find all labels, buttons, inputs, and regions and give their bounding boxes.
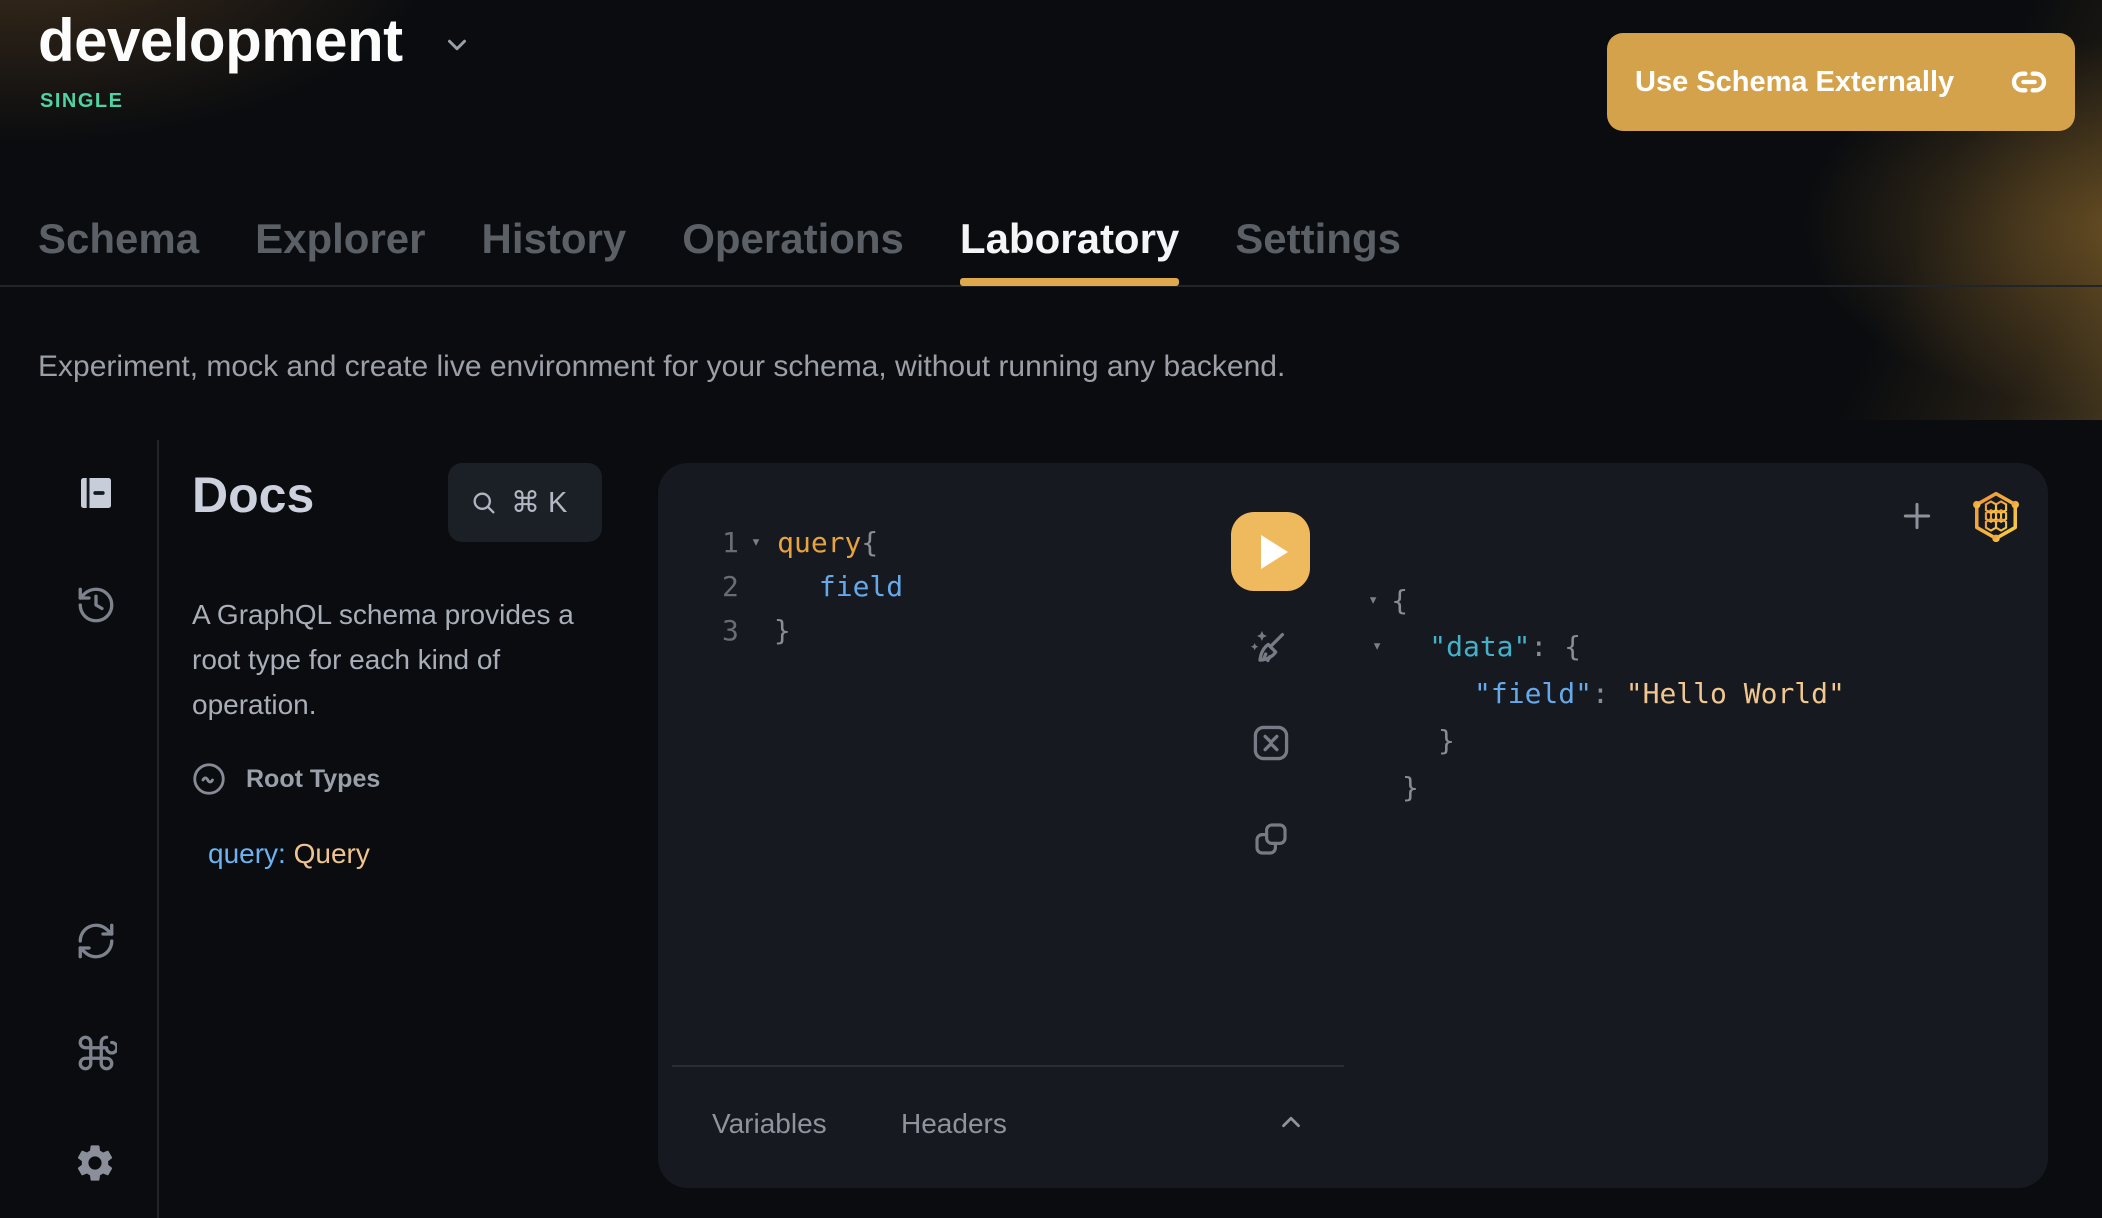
search-icon bbox=[470, 489, 498, 517]
settings-gear-icon[interactable] bbox=[73, 1141, 117, 1185]
tab-explorer[interactable]: Explorer bbox=[255, 192, 425, 286]
line-number: 2 bbox=[722, 570, 739, 603]
tab-schema[interactable]: Schema bbox=[38, 192, 199, 286]
root-type-name[interactable]: query bbox=[208, 838, 278, 869]
docs-panel-title: Docs bbox=[192, 466, 314, 524]
tab-laboratory[interactable]: Laboratory bbox=[960, 192, 1179, 286]
docs-description: A GraphQL schema provides a root type fo… bbox=[192, 592, 622, 727]
sidebar-divider bbox=[157, 440, 159, 1218]
chevron-up-icon bbox=[1276, 1107, 1306, 1137]
code-keyword: query bbox=[777, 526, 861, 559]
tab-settings[interactable]: Settings bbox=[1235, 192, 1401, 286]
use-schema-externally-button[interactable]: Use Schema Externally bbox=[1607, 33, 2075, 131]
json-string-value: "Hello World" bbox=[1609, 677, 1845, 710]
plus-icon bbox=[1897, 496, 1937, 536]
fold-triangle-icon[interactable]: ▾ bbox=[751, 532, 761, 552]
response-line-4: } bbox=[1438, 717, 1455, 763]
status-badge: SINGLE bbox=[40, 90, 123, 113]
json-key: "field" bbox=[1474, 677, 1592, 710]
line-number: 1 bbox=[722, 526, 739, 559]
docs-search-button[interactable]: ⌘ K bbox=[448, 463, 602, 542]
history-icon[interactable] bbox=[74, 583, 118, 627]
tab-variables[interactable]: Variables bbox=[712, 1108, 827, 1140]
execute-query-button[interactable] bbox=[1231, 512, 1310, 591]
use-schema-label: Use Schema Externally bbox=[1635, 66, 1954, 99]
link-icon bbox=[2009, 62, 2049, 102]
editor-line-1[interactable]: 1 ▾ query{ bbox=[722, 520, 878, 564]
root-types-header: Root Types bbox=[190, 760, 380, 798]
docs-book-icon[interactable] bbox=[74, 471, 118, 515]
root-types-label: Root Types bbox=[246, 765, 380, 794]
code-brace: { bbox=[861, 526, 878, 559]
main-nav: Schema Explorer History Operations Labor… bbox=[38, 192, 1401, 286]
json-key: "data" bbox=[1429, 630, 1530, 663]
root-type-query-link[interactable]: query: Query bbox=[208, 838, 370, 870]
search-shortcut-label: ⌘ K bbox=[511, 485, 567, 520]
code-field: field bbox=[819, 570, 903, 603]
prettify-icon[interactable] bbox=[1246, 626, 1292, 672]
response-line-5: } bbox=[1402, 764, 1419, 810]
collapse-footer-button[interactable] bbox=[1276, 1107, 1306, 1137]
add-tab-button[interactable] bbox=[1897, 496, 1937, 536]
refetch-icon[interactable] bbox=[74, 919, 118, 963]
tab-operations[interactable]: Operations bbox=[682, 192, 904, 286]
footer-divider bbox=[672, 1065, 1344, 1067]
merge-icon[interactable] bbox=[1249, 721, 1293, 765]
graphql-hive-logo[interactable] bbox=[1971, 490, 2021, 542]
code-brace: } bbox=[774, 614, 791, 647]
page-subtitle: Experiment, mock and create live environ… bbox=[38, 350, 1285, 384]
copy-icon[interactable] bbox=[1250, 818, 1292, 860]
editor-line-3[interactable]: 3} bbox=[722, 608, 791, 652]
tab-headers[interactable]: Headers bbox=[901, 1108, 1007, 1140]
root-type-separator: : bbox=[278, 838, 294, 869]
response-line-2: ▾"data": { bbox=[1372, 623, 1581, 669]
response-line-1: ▾{ bbox=[1368, 577, 1408, 623]
tab-history[interactable]: History bbox=[482, 192, 627, 286]
target-title: development bbox=[38, 6, 403, 75]
root-types-icon bbox=[190, 760, 228, 798]
chevron-down-icon[interactable] bbox=[442, 30, 472, 60]
fold-triangle-icon[interactable]: ▾ bbox=[1368, 590, 1378, 610]
root-type-value[interactable]: Query bbox=[294, 838, 370, 869]
line-number: 3 bbox=[722, 614, 739, 647]
play-icon bbox=[1261, 535, 1288, 569]
keyboard-shortcut-icon[interactable] bbox=[74, 1031, 118, 1075]
editor-line-2[interactable]: 2 field bbox=[722, 564, 903, 608]
fold-triangle-icon[interactable]: ▾ bbox=[1372, 636, 1382, 656]
graphiql-panel: 1▾query{ 2field 3} ▾{ ▾"dat bbox=[658, 463, 2048, 1188]
response-line-3: "field": "Hello World" bbox=[1474, 670, 1845, 716]
